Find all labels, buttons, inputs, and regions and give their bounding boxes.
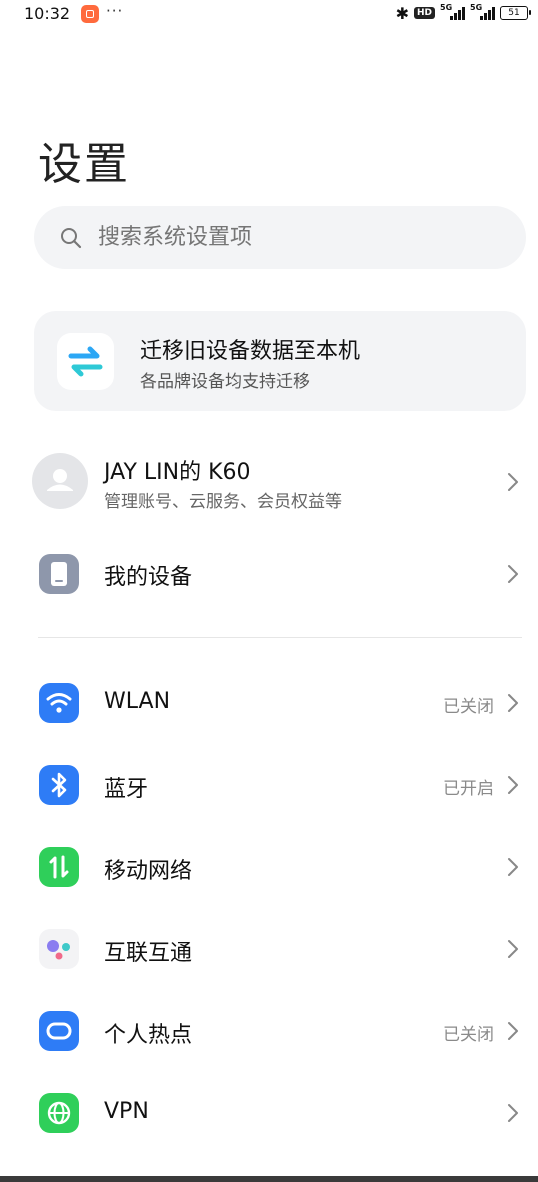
vpn-icon bbox=[39, 1093, 79, 1133]
settings-item-label: 个人热点 bbox=[104, 1023, 193, 1048]
settings-item-status: 已关闭 bbox=[443, 697, 494, 717]
status-bar: 10:32 ··· ✱ HD 5G 5G 51 bbox=[0, 0, 538, 28]
settings-item-label: 互联互通 bbox=[104, 941, 193, 966]
search-bar[interactable] bbox=[34, 206, 526, 269]
settings-item-status: 已开启 bbox=[443, 779, 494, 799]
settings-item-label: WLAN bbox=[104, 689, 171, 714]
bluetooth-icon bbox=[39, 765, 79, 805]
data-transfer-icon bbox=[57, 333, 114, 390]
settings-item-bluetooth[interactable]: 蓝牙 已开启 bbox=[0, 754, 538, 816]
chevron-right-icon bbox=[508, 776, 518, 794]
account-row[interactable]: JAY LIN的 K60 管理账号、云服务、会员权益等 bbox=[0, 440, 538, 524]
app-notification-icon bbox=[81, 5, 99, 23]
bottom-edge bbox=[0, 1176, 538, 1182]
settings-item-vpn[interactable]: VPN bbox=[0, 1082, 538, 1144]
signal-icon: 5G bbox=[440, 3, 465, 20]
settings-item-label: 蓝牙 bbox=[104, 777, 149, 802]
chevron-right-icon bbox=[508, 473, 518, 491]
chevron-right-icon bbox=[508, 858, 518, 876]
settings-item-mobile-network[interactable]: 移动网络 bbox=[0, 836, 538, 898]
status-indicators: ✱ HD 5G 5G 51 bbox=[395, 3, 531, 23]
migrate-title: 迁移旧设备数据至本机 bbox=[140, 339, 361, 364]
section-divider bbox=[38, 637, 522, 638]
hotspot-icon bbox=[39, 1011, 79, 1051]
settings-item-hotspot[interactable]: 个人热点 已关闭 bbox=[0, 1000, 538, 1062]
settings-item-wlan[interactable]: WLAN 已关闭 bbox=[0, 672, 538, 734]
more-notifications-icon: ··· bbox=[106, 2, 124, 20]
migrate-card[interactable]: 迁移旧设备数据至本机 各品牌设备均支持迁移 bbox=[34, 311, 526, 411]
bluetooth-status-icon: ✱ bbox=[395, 3, 409, 23]
my-device-row[interactable]: 我的设备 bbox=[0, 542, 538, 606]
my-device-label: 我的设备 bbox=[104, 565, 193, 590]
battery-icon: 51 bbox=[500, 6, 531, 20]
network-type-label: 5G bbox=[440, 3, 453, 12]
settings-item-interconnect[interactable]: 互联互通 bbox=[0, 918, 538, 980]
signal-icon-2: 5G bbox=[470, 3, 495, 20]
migrate-subtitle: 各品牌设备均支持迁移 bbox=[140, 372, 310, 392]
settings-item-status: 已关闭 bbox=[443, 1025, 494, 1045]
search-input[interactable] bbox=[98, 206, 478, 269]
device-icon bbox=[39, 554, 79, 594]
chevron-right-icon bbox=[508, 1022, 518, 1040]
account-subtitle: 管理账号、云服务、会员权益等 bbox=[104, 492, 342, 512]
chevron-right-icon bbox=[508, 940, 518, 958]
hd-badge: HD bbox=[413, 7, 435, 19]
wifi-icon bbox=[39, 683, 79, 723]
settings-item-label: VPN bbox=[104, 1099, 149, 1124]
status-time: 10:32 bbox=[24, 4, 71, 23]
account-name: JAY LIN的 K60 bbox=[104, 460, 251, 485]
mobile-data-icon bbox=[39, 847, 79, 887]
chevron-right-icon bbox=[508, 694, 518, 712]
page-title: 设置 bbox=[38, 139, 130, 190]
interconnect-icon bbox=[39, 929, 79, 969]
settings-item-label: 移动网络 bbox=[104, 859, 193, 884]
network-type-label-2: 5G bbox=[470, 3, 483, 12]
chevron-right-icon bbox=[508, 1104, 518, 1122]
chevron-right-icon bbox=[508, 565, 518, 583]
search-icon bbox=[61, 228, 82, 249]
avatar bbox=[32, 453, 88, 509]
